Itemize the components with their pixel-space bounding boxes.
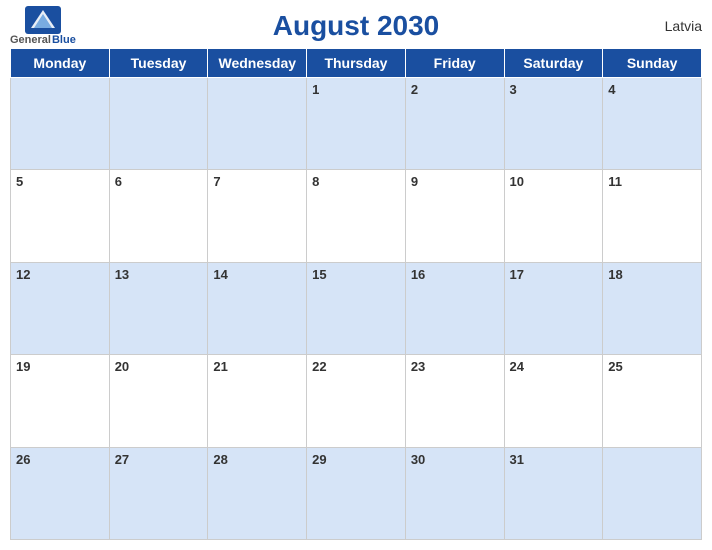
calendar-day-26: 26 [11, 447, 110, 539]
country-label: Latvia [665, 18, 702, 34]
calendar-day-2: 2 [405, 78, 504, 170]
calendar-day-19: 19 [11, 355, 110, 447]
calendar-day-5: 5 [11, 170, 110, 262]
calendar-day-30: 30 [405, 447, 504, 539]
calendar-day-31: 31 [504, 447, 603, 539]
calendar-day-22: 22 [307, 355, 406, 447]
calendar-day-1: 1 [307, 78, 406, 170]
weekday-header-sunday: Sunday [603, 49, 702, 78]
calendar-day-23: 23 [405, 355, 504, 447]
calendar-day-16: 16 [405, 262, 504, 354]
weekday-header-wednesday: Wednesday [208, 49, 307, 78]
calendar-week-row: 12131415161718 [11, 262, 702, 354]
calendar-day-27: 27 [109, 447, 208, 539]
weekday-header-row: MondayTuesdayWednesdayThursdayFridaySatu… [11, 49, 702, 78]
calendar-day-18: 18 [603, 262, 702, 354]
logo-general-text: General [10, 34, 51, 46]
weekday-header-tuesday: Tuesday [109, 49, 208, 78]
calendar-day-9: 9 [405, 170, 504, 262]
calendar-day-8: 8 [307, 170, 406, 262]
calendar-day-empty [11, 78, 110, 170]
calendar-day-6: 6 [109, 170, 208, 262]
weekday-header-thursday: Thursday [307, 49, 406, 78]
calendar-day-3: 3 [504, 78, 603, 170]
generalblue-logo-icon [25, 6, 61, 34]
weekday-header-saturday: Saturday [504, 49, 603, 78]
calendar-day-13: 13 [109, 262, 208, 354]
logo-blue-text: Blue [52, 34, 76, 46]
weekday-header-monday: Monday [11, 49, 110, 78]
calendar-header: General Blue August 2030 Latvia [10, 10, 702, 42]
calendar-week-row: 567891011 [11, 170, 702, 262]
calendar-week-row: 19202122232425 [11, 355, 702, 447]
calendar-day-11: 11 [603, 170, 702, 262]
calendar-day-29: 29 [307, 447, 406, 539]
calendar-day-17: 17 [504, 262, 603, 354]
calendar-day-25: 25 [603, 355, 702, 447]
calendar-title: August 2030 [273, 10, 440, 42]
calendar-day-7: 7 [208, 170, 307, 262]
calendar-day-4: 4 [603, 78, 702, 170]
calendar-week-row: 262728293031 [11, 447, 702, 539]
weekday-header-friday: Friday [405, 49, 504, 78]
logo: General Blue [10, 6, 76, 46]
calendar-day-empty [208, 78, 307, 170]
calendar-day-12: 12 [11, 262, 110, 354]
calendar-day-14: 14 [208, 262, 307, 354]
calendar-day-28: 28 [208, 447, 307, 539]
calendar-day-10: 10 [504, 170, 603, 262]
calendar-week-row: 1234 [11, 78, 702, 170]
calendar-day-empty [603, 447, 702, 539]
calendar-day-15: 15 [307, 262, 406, 354]
calendar-day-20: 20 [109, 355, 208, 447]
calendar-day-empty [109, 78, 208, 170]
calendar-table: MondayTuesdayWednesdayThursdayFridaySatu… [10, 48, 702, 540]
calendar-day-21: 21 [208, 355, 307, 447]
calendar-day-24: 24 [504, 355, 603, 447]
